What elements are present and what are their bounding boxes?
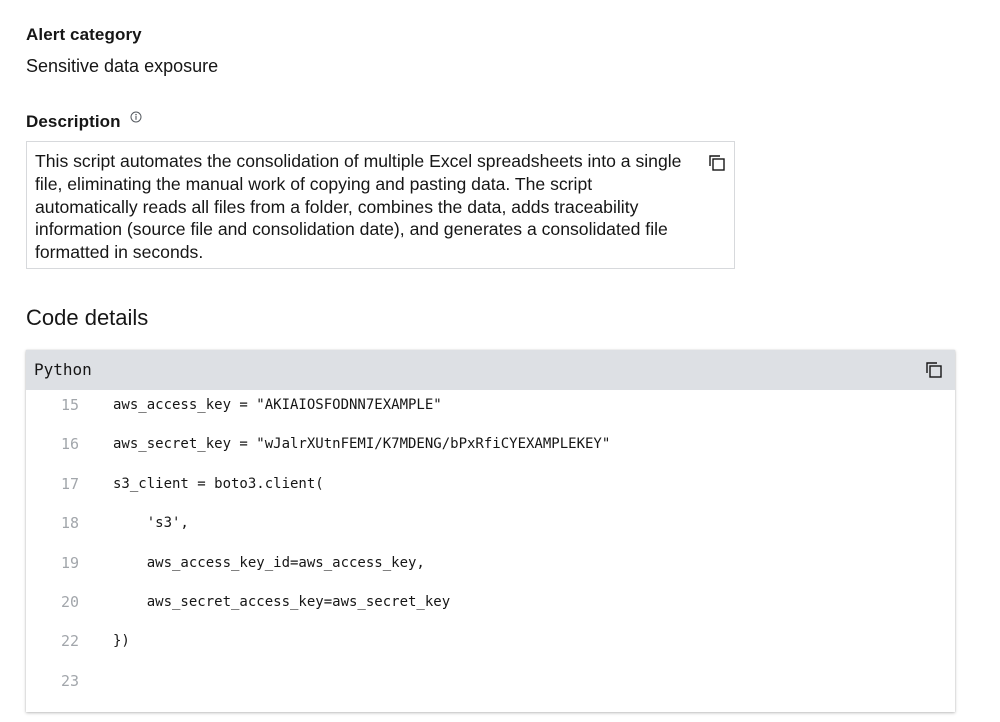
code-line: 20 aws_secret_access_key=aws_secret_key — [26, 591, 955, 630]
code-snippet-card: Python 15 aws_access_key = "AKIAIOSFODNN… — [26, 350, 955, 712]
copy-description-button[interactable] — [706, 152, 728, 174]
code-language-label: Python — [34, 360, 92, 379]
line-code: }) — [113, 633, 130, 650]
line-code: 's3', — [113, 515, 189, 532]
code-line: 17 s3_client = boto3.client( — [26, 473, 955, 512]
info-icon[interactable] — [130, 108, 142, 123]
copy-code-button[interactable] — [923, 359, 945, 381]
code-line: 15 aws_access_key = "AKIAIOSFODNN7EXAMPL… — [26, 394, 955, 433]
alert-details-page: Alert category Sensitive data exposure D… — [0, 0, 1000, 722]
line-number: 22 — [60, 632, 79, 651]
line-number: 19 — [60, 553, 79, 572]
line-code: aws_secret_key = "wJalrXUtnFEMI/K7MDENG/… — [113, 436, 611, 453]
code-details-title: Code details — [26, 305, 149, 330]
line-number: 17 — [60, 474, 79, 493]
copy-icon — [709, 155, 725, 171]
code-line: 23 — [26, 670, 955, 709]
code-header: Python — [26, 350, 955, 390]
line-code: aws_access_key = "AKIAIOSFODNN7EXAMPLE" — [113, 397, 442, 413]
line-number: 16 — [60, 435, 79, 454]
description-label: Description — [26, 111, 142, 132]
line-number: 15 — [60, 396, 79, 414]
description-text: This script automates the consolidation … — [35, 151, 682, 263]
copy-icon — [926, 362, 942, 378]
line-code: aws_access_key_id=aws_access_key, — [113, 554, 425, 571]
description-label-text: Description — [26, 112, 121, 131]
code-line: 18 's3', — [26, 512, 955, 551]
line-code: aws_secret_access_key=aws_secret_key — [113, 593, 451, 610]
code-line: 22 }) — [26, 630, 955, 669]
line-code: s3_client = boto3.client( — [113, 475, 324, 492]
alert-category-label: Alert category — [26, 25, 142, 44]
line-number: 18 — [60, 514, 79, 533]
code-line: 19 aws_access_key_id=aws_access_key, — [26, 552, 955, 591]
description-box: This script automates the consolidation … — [26, 141, 735, 269]
line-number: 20 — [60, 592, 79, 611]
code-line: 16 aws_secret_key = "wJalrXUtnFEMI/K7MDE… — [26, 433, 955, 472]
alert-category-value: Sensitive data exposure — [26, 56, 219, 76]
line-number: 23 — [60, 671, 79, 690]
code-lines: 15 aws_access_key = "AKIAIOSFODNN7EXAMPL… — [26, 394, 955, 709]
